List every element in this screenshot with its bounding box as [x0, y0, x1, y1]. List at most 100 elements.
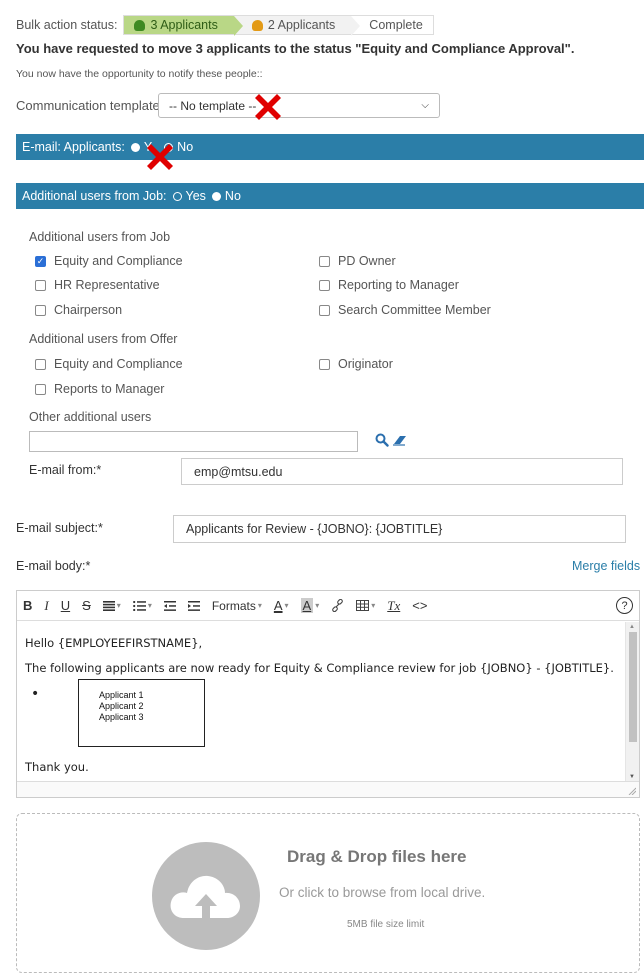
checkbox-hr-representative[interactable]: HR Representative	[35, 278, 160, 292]
body-closing: Thank you.	[25, 760, 89, 774]
search-icon[interactable]	[375, 433, 389, 447]
checkbox-icon	[319, 255, 330, 267]
step-2-applicants: 2 Applicants	[233, 16, 361, 36]
radio-no-label: No	[224, 189, 241, 203]
help-icon[interactable]: ?	[616, 597, 633, 614]
status-steps: 3 Applicants 2 Applicants Complete	[123, 15, 434, 36]
checkbox-label: Reporting to Manager	[338, 278, 459, 292]
checkbox-search-committee-member[interactable]: Search Committee Member	[319, 303, 491, 317]
checkbox-reporting-to-manager[interactable]: Reporting to Manager	[319, 278, 459, 292]
resize-handle-icon[interactable]	[628, 787, 636, 795]
source-code-button[interactable]: <>	[412, 598, 427, 613]
checkbox-label: Reports to Manager	[54, 382, 165, 396]
scrollbar-thumb[interactable]	[629, 632, 637, 742]
other-users-input[interactable]	[29, 431, 358, 452]
font-color-icon: A	[273, 598, 283, 613]
additional-users-job-label: Additional users from Job:	[22, 189, 167, 203]
outdent-button[interactable]	[163, 600, 176, 611]
radio-no-label: No	[177, 140, 194, 154]
font-color-button[interactable]: A ▾	[274, 598, 289, 613]
checkbox-icon	[35, 279, 46, 291]
formats-dropdown[interactable]: Formats ▾	[212, 599, 262, 613]
checkbox-icon	[319, 304, 330, 316]
email-applicants-label: E-mail: Applicants:	[22, 140, 125, 154]
step-complete: Complete	[351, 16, 433, 34]
checkbox-icon	[319, 279, 330, 291]
email-from-input[interactable]: emp@mtsu.edu	[181, 458, 623, 485]
merge-fields-link[interactable]: Merge fields	[572, 559, 640, 573]
scroll-up-icon[interactable]: ▲	[629, 624, 635, 630]
radio-no[interactable]	[211, 191, 221, 201]
template-select[interactable]: -- No template -- ⌵	[158, 93, 440, 118]
table-button[interactable]: ▾	[356, 600, 375, 611]
link-icon	[332, 599, 344, 612]
strikethrough-button[interactable]: S	[82, 598, 91, 613]
formats-label: Formats	[211, 598, 256, 613]
email-applicants-bar: E-mail: Applicants: Y No	[16, 134, 644, 160]
job-users-title: Additional users from Job	[29, 230, 171, 244]
checkbox-label: Chairperson	[54, 303, 123, 317]
bold-button[interactable]: B	[23, 598, 32, 613]
applicant-item: Applicant 2	[99, 701, 144, 711]
radio-yes[interactable]	[130, 142, 140, 152]
step-3-applicants: 3 Applicants	[124, 16, 244, 36]
email-from-label: E-mail from:*	[29, 463, 102, 477]
other-users-actions	[375, 433, 408, 447]
red-x-mark-icon	[255, 94, 281, 120]
editor-statusbar	[17, 781, 639, 797]
eraser-icon[interactable]	[392, 434, 408, 446]
step-label: Complete	[369, 18, 423, 32]
align-justify-icon	[102, 600, 115, 611]
align-button[interactable]: ▾	[102, 600, 121, 611]
checkbox-icon	[35, 383, 46, 395]
dropzone-subtitle: Or click to browse from local drive.	[279, 885, 486, 900]
bullet-dot: •	[31, 686, 40, 702]
link-button[interactable]	[331, 599, 344, 612]
template-label: Communication template:	[16, 98, 164, 113]
checkbox-originator[interactable]: Originator	[319, 357, 393, 371]
checkbox-reports-to-manager[interactable]: Reports to Manager	[35, 382, 164, 396]
body-greeting: Hello {EMPLOYEEFIRSTNAME},	[25, 636, 203, 650]
offer-users-title: Additional users from Offer	[29, 332, 178, 346]
underline-button[interactable]: U	[61, 598, 70, 613]
bulk-status-label: Bulk action status:	[16, 18, 118, 32]
editor-scrollbar[interactable]: ▲ ▼	[625, 622, 639, 782]
indent-button[interactable]	[187, 600, 200, 611]
checkbox-pd-owner[interactable]: PD Owner	[319, 254, 396, 268]
checkbox-chairperson[interactable]: Chairperson	[35, 303, 122, 317]
checkbox-label: Originator	[338, 357, 393, 371]
editor-content[interactable]: Hello {EMPLOYEEFIRSTNAME}, The following…	[17, 622, 625, 782]
applicant-item: Applicant 3	[99, 712, 144, 722]
radio-yes[interactable]	[172, 191, 182, 201]
email-body-label: E-mail body:*	[16, 559, 91, 573]
applicants-list-box: Applicant 1 Applicant 2 Applicant 3	[78, 679, 205, 747]
dropzone-limit: 5MB file size limit	[347, 919, 425, 930]
checkbox-icon	[35, 358, 46, 370]
checkbox-equity-compliance[interactable]: ✓ Equity and Compliance	[35, 254, 183, 268]
background-color-button[interactable]: A ▾	[300, 598, 319, 613]
additional-users-job-bar: Additional users from Job: Yes No	[16, 183, 644, 209]
checkbox-label: Search Committee Member	[338, 303, 491, 317]
bullet-list-button[interactable]: ▾	[132, 600, 152, 611]
checkbox-icon	[319, 358, 330, 370]
bulk-action-status: Bulk action status: 3 Applicants 2 Appli…	[16, 14, 434, 36]
checkbox-checked-icon: ✓	[35, 255, 46, 267]
scroll-down-icon[interactable]: ▼	[629, 774, 635, 780]
bullet-list-icon	[132, 600, 146, 611]
checkbox-label: HR Representative	[54, 278, 160, 292]
green-person-icon	[134, 19, 146, 31]
italic-button[interactable]: I	[44, 598, 48, 614]
file-dropzone[interactable]: Drag & Drop files here Or click to brows…	[16, 813, 640, 973]
dropzone-title: Drag & Drop files here	[287, 847, 467, 866]
radio-yes-label: Yes	[185, 189, 206, 203]
checkbox-offer-equity-compliance[interactable]: Equity and Compliance	[35, 357, 183, 371]
other-users-label: Other additional users	[29, 410, 152, 424]
email-subject-input[interactable]: Applicants for Review - {JOBNO}: {JOBTIT…	[173, 515, 626, 543]
outdent-icon	[163, 600, 176, 611]
checkbox-label: Equity and Compliance	[54, 254, 183, 268]
checkbox-icon	[35, 304, 46, 316]
notify-message: You now have the opportunity to notify t…	[16, 68, 263, 80]
email-body-editor: B I U S ▾ ▾ Formats ▾ A ▾ A ▾ ▾ Tx <> ? …	[16, 590, 640, 798]
checkbox-label: Equity and Compliance	[54, 357, 183, 371]
clear-formatting-button[interactable]: Tx	[387, 598, 400, 614]
